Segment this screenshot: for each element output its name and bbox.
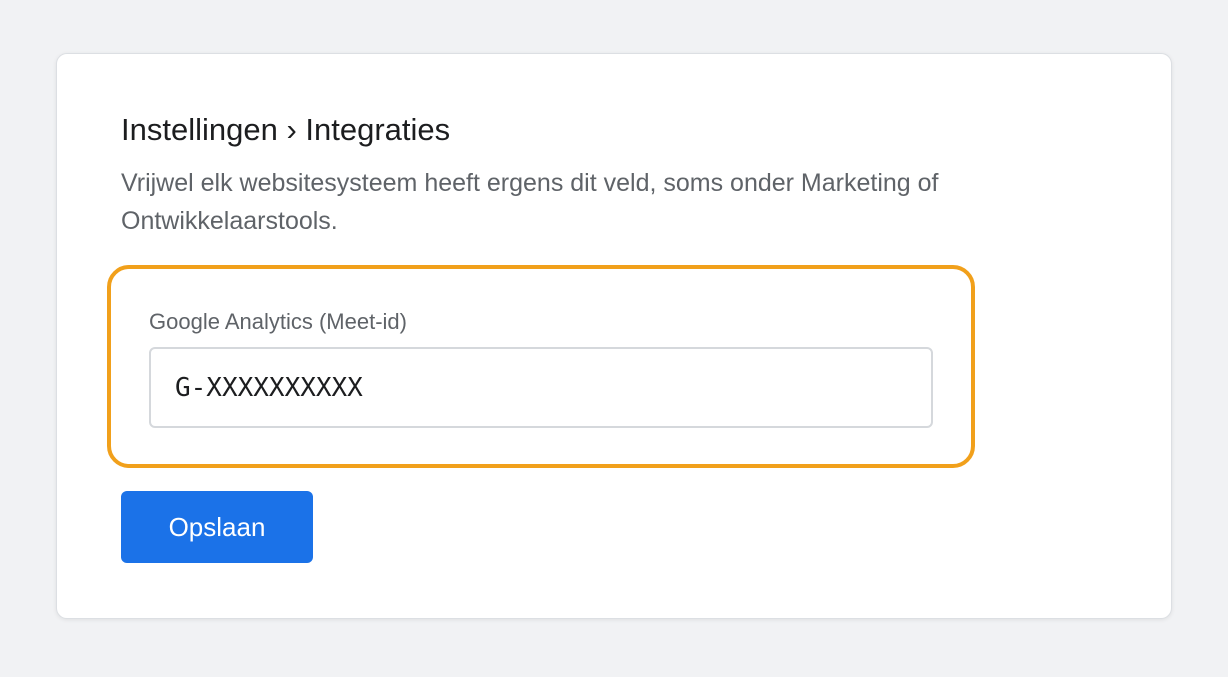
ga-measurement-id-input[interactable] xyxy=(149,347,933,428)
page-description: Vrijwel elk websitesysteem heeft ergens … xyxy=(121,169,939,235)
settings-card: Instellingen › Integraties Vrijwel elk w… xyxy=(56,53,1172,619)
page-title: Instellingen › Integraties xyxy=(121,112,451,147)
highlighted-field-group: Google Analytics (Meet-id) xyxy=(107,265,975,468)
save-button[interactable]: Opslaan xyxy=(121,491,313,563)
ga-field-label: Google Analytics (Meet-id) xyxy=(149,309,407,334)
